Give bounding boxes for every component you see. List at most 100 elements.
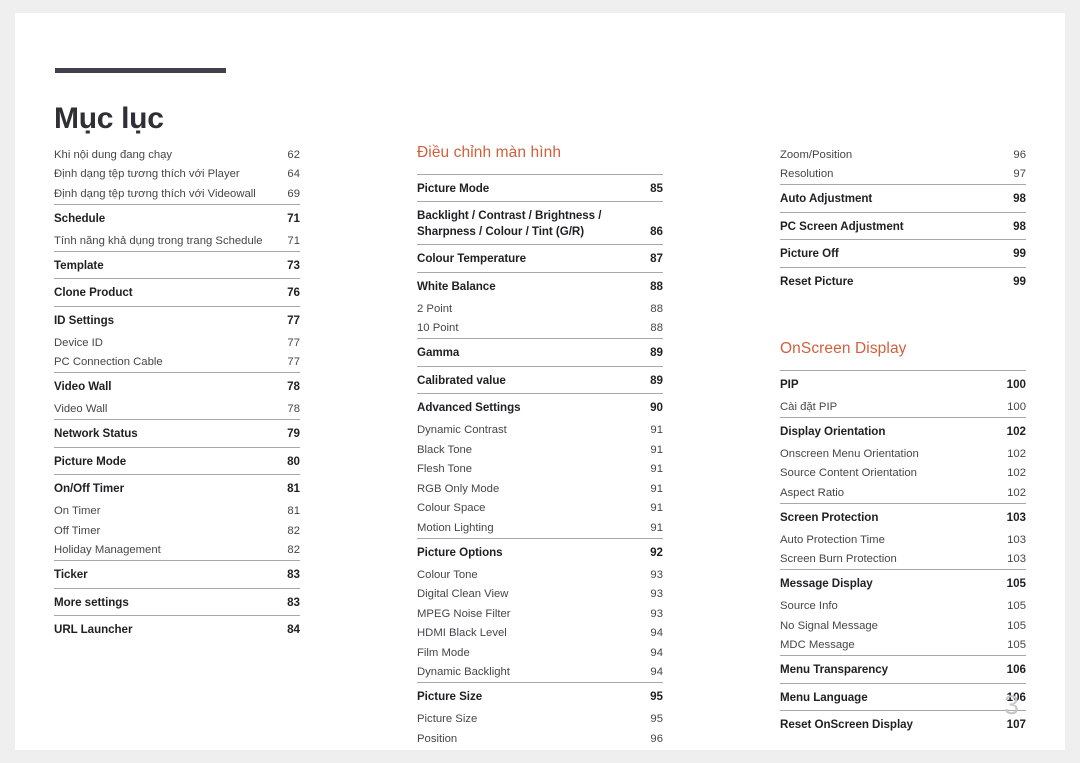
toc-entry-item[interactable]: Dynamic Contrast 91 [417, 421, 663, 441]
toc-entry-page-number: 91 [650, 482, 663, 495]
toc-group: Template 73 [54, 250, 300, 279]
toc-entry-item[interactable]: Flesh Tone 91 [417, 460, 663, 480]
toc-entry-section[interactable]: Network Status 79 [54, 421, 300, 447]
toc-entry-label: On Timer [54, 505, 101, 517]
toc-entry-section[interactable]: Picture Mode 80 [54, 449, 300, 475]
toc-entry-item[interactable]: On Timer 81 [54, 502, 300, 522]
toc-entry-item[interactable]: Auto Protection Time 103 [780, 530, 1026, 550]
toc-entry-item[interactable]: PC Connection Cable 77 [54, 353, 300, 373]
toc-entry-item[interactable]: Motion Lighting 91 [417, 518, 663, 538]
toc-entry-section[interactable]: Video Wall 78 [54, 374, 300, 400]
toc-entry-page-number: 99 [1013, 274, 1026, 288]
toc-entry-item[interactable]: Dynamic Backlight 94 [417, 663, 663, 683]
toc-entry-item[interactable]: Định dạng tệp tương thích với Videowall 6… [54, 184, 300, 204]
toc-entry-page-number: 88 [650, 322, 663, 335]
toc-entry-section[interactable]: Auto Adjustment 98 [780, 186, 1026, 212]
toc-entry-item[interactable]: Source Content Orientation 102 [780, 464, 1026, 484]
toc-entry-section[interactable]: Ticker 83 [54, 562, 300, 588]
toc-entry-item[interactable]: Position 96 [417, 729, 663, 749]
toc-entry-section[interactable]: On/Off Timer 81 [54, 476, 300, 502]
toc-entry-page-number: 97 [1013, 168, 1026, 180]
toc-entry-section[interactable]: Reset Picture 99 [780, 269, 1026, 295]
toc-entry-label: Khi nội dung đang chạy [54, 148, 173, 161]
toc-entry-page-number: 64 [287, 168, 300, 180]
toc-entry-item[interactable]: Holiday Management 82 [54, 541, 300, 561]
toc-entry-section[interactable]: Menu Language 106 [780, 685, 1026, 711]
page-title: Mục lục [54, 102, 164, 136]
toc-entry-item[interactable]: Off Timer 82 [54, 521, 300, 541]
toc-entry-label: Message Display [780, 577, 873, 591]
toc-entry-label: Zoom/Position [780, 148, 853, 161]
toc-entry-item[interactable]: Colour Space 91 [417, 499, 663, 519]
toc-entry-section[interactable]: White Balance 88 [417, 274, 663, 300]
toc-entry-section[interactable]: Picture Options 92 [417, 540, 663, 566]
toc-entry-item[interactable]: Black Tone 91 [417, 440, 663, 460]
toc-entry-label: Video Wall [54, 403, 108, 415]
toc-entry-item[interactable]: Onscreen Menu Orientation 102 [780, 444, 1026, 464]
toc-group: Schedule 71 Tính năng khả dụng trong trang… [54, 203, 300, 251]
toc-entry-label: 2 Point [417, 302, 453, 315]
toc-entry-label: MPEG Noise Filter [417, 607, 511, 620]
toc-entry-item[interactable]: Video Wall 78 [54, 400, 300, 420]
toc-entry-label: RGB Only Mode [417, 482, 500, 495]
toc-entry-item[interactable]: Khi nội dung đang chạy 62 [54, 145, 300, 165]
toc-entry-page-number: 91 [650, 502, 663, 515]
toc-entry-section[interactable]: More settings 83 [54, 590, 300, 616]
toc-entry-item[interactable]: Digital Clean View 93 [417, 585, 663, 605]
toc-entry-item[interactable]: Định dạng tệp tương thích với Player 64 [54, 165, 300, 185]
toc-entry-item[interactable]: Source Info 105 [780, 597, 1026, 617]
toc-entry-item[interactable]: Screen Burn Protection 103 [780, 550, 1026, 570]
toc-entry-section[interactable]: Colour Temperature 87 [417, 246, 663, 272]
toc-entry-item[interactable]: Device ID 77 [54, 333, 300, 353]
toc-group: Reset Picture 99 [780, 266, 1026, 295]
toc-entry-item[interactable]: 10 Point 88 [417, 319, 663, 339]
toc-entry-page-number: 79 [287, 427, 300, 440]
toc-entry-page-number: 105 [1007, 619, 1026, 632]
toc-entry-section[interactable]: PC Screen Adjustment 98 [780, 214, 1026, 240]
toc-entry-item[interactable]: MPEG Noise Filter 93 [417, 604, 663, 624]
toc-entry-section[interactable]: Reset OnScreen Display 107 [780, 712, 1026, 738]
toc-group: Calibrated value 89 [417, 365, 663, 394]
toc-entry-section[interactable]: Picture Mode 85 [417, 176, 663, 202]
toc-entry-section[interactable]: Advanced Settings 90 [417, 395, 663, 421]
toc-entry-section[interactable]: URL Launcher 84 [54, 617, 300, 643]
toc-entry-item[interactable]: Tính năng khả dụng trong trang Schedule 7… [54, 231, 300, 251]
toc-entry-section[interactable]: Template 73 [54, 253, 300, 279]
toc-entry-label: URL Launcher [54, 623, 133, 636]
toc-entry-section[interactable]: Menu Transparency 106 [780, 657, 1026, 683]
toc-entry-item[interactable]: HDMI Black Level 94 [417, 624, 663, 644]
toc-entry-item[interactable]: Aspect Ratio 102 [780, 483, 1026, 503]
toc-entry-section[interactable]: Picture Off 99 [780, 241, 1026, 267]
page-folio: 3 [1003, 690, 1019, 720]
toc-entry-section[interactable]: Backlight / Contrast / Brightness / Shar… [417, 203, 663, 244]
toc-entry-section[interactable]: Clone Product 76 [54, 280, 300, 306]
toc-entry-item[interactable]: Zoom/Position 96 [780, 145, 1026, 165]
toc-entry-label: Off Timer [54, 524, 101, 537]
toc-entry-item[interactable]: Film Mode 94 [417, 643, 663, 663]
toc-entry-label: Calibrated value [417, 373, 506, 387]
toc-group: Khi nội dung đang chạy 62 Định dạng tệp tư… [54, 144, 300, 204]
toc-entry-section[interactable]: PIP 100 [780, 372, 1026, 398]
toc-entry-section[interactable]: ID Settings 77 [54, 308, 300, 334]
toc-entry-item[interactable]: No Signal Message 105 [780, 616, 1026, 636]
toc-entry-item[interactable]: RGB Only Mode 91 [417, 479, 663, 499]
toc-entry-section[interactable]: Gamma 89 [417, 340, 663, 366]
toc-entry-item[interactable]: 2 Point 88 [417, 299, 663, 319]
toc-entry-label: Auto Protection Time [780, 533, 885, 546]
toc-entry-section[interactable]: Schedule 71 [54, 206, 300, 232]
toc-entry-label: Film Mode [417, 646, 470, 659]
toc-entry-item[interactable]: Resolution 97 [780, 165, 1026, 185]
toc-entry-section[interactable]: Picture Size 95 [417, 684, 663, 710]
toc-entry-page-number: 103 [1007, 553, 1026, 566]
toc-entry-section[interactable]: Screen Protection 103 [780, 505, 1026, 531]
toc-entry-item[interactable]: Cài đặt PIP 100 [780, 397, 1026, 417]
toc-entry-page-number: 99 [1013, 247, 1026, 260]
toc-entry-item[interactable]: Colour Tone 93 [417, 565, 663, 585]
toc-entry-label: Cài đặt PIP [780, 400, 838, 413]
toc-entry-item[interactable]: MDC Message 105 [780, 636, 1026, 656]
toc-entry-section[interactable]: Message Display 105 [780, 571, 1026, 597]
toc-entry-section[interactable]: Display Orientation 102 [780, 419, 1026, 445]
toc-entry-item[interactable]: Picture Size 95 [417, 710, 663, 730]
toc-entry-section[interactable]: Calibrated value 89 [417, 368, 663, 394]
toc-entry-page-number: 102 [1007, 467, 1026, 480]
